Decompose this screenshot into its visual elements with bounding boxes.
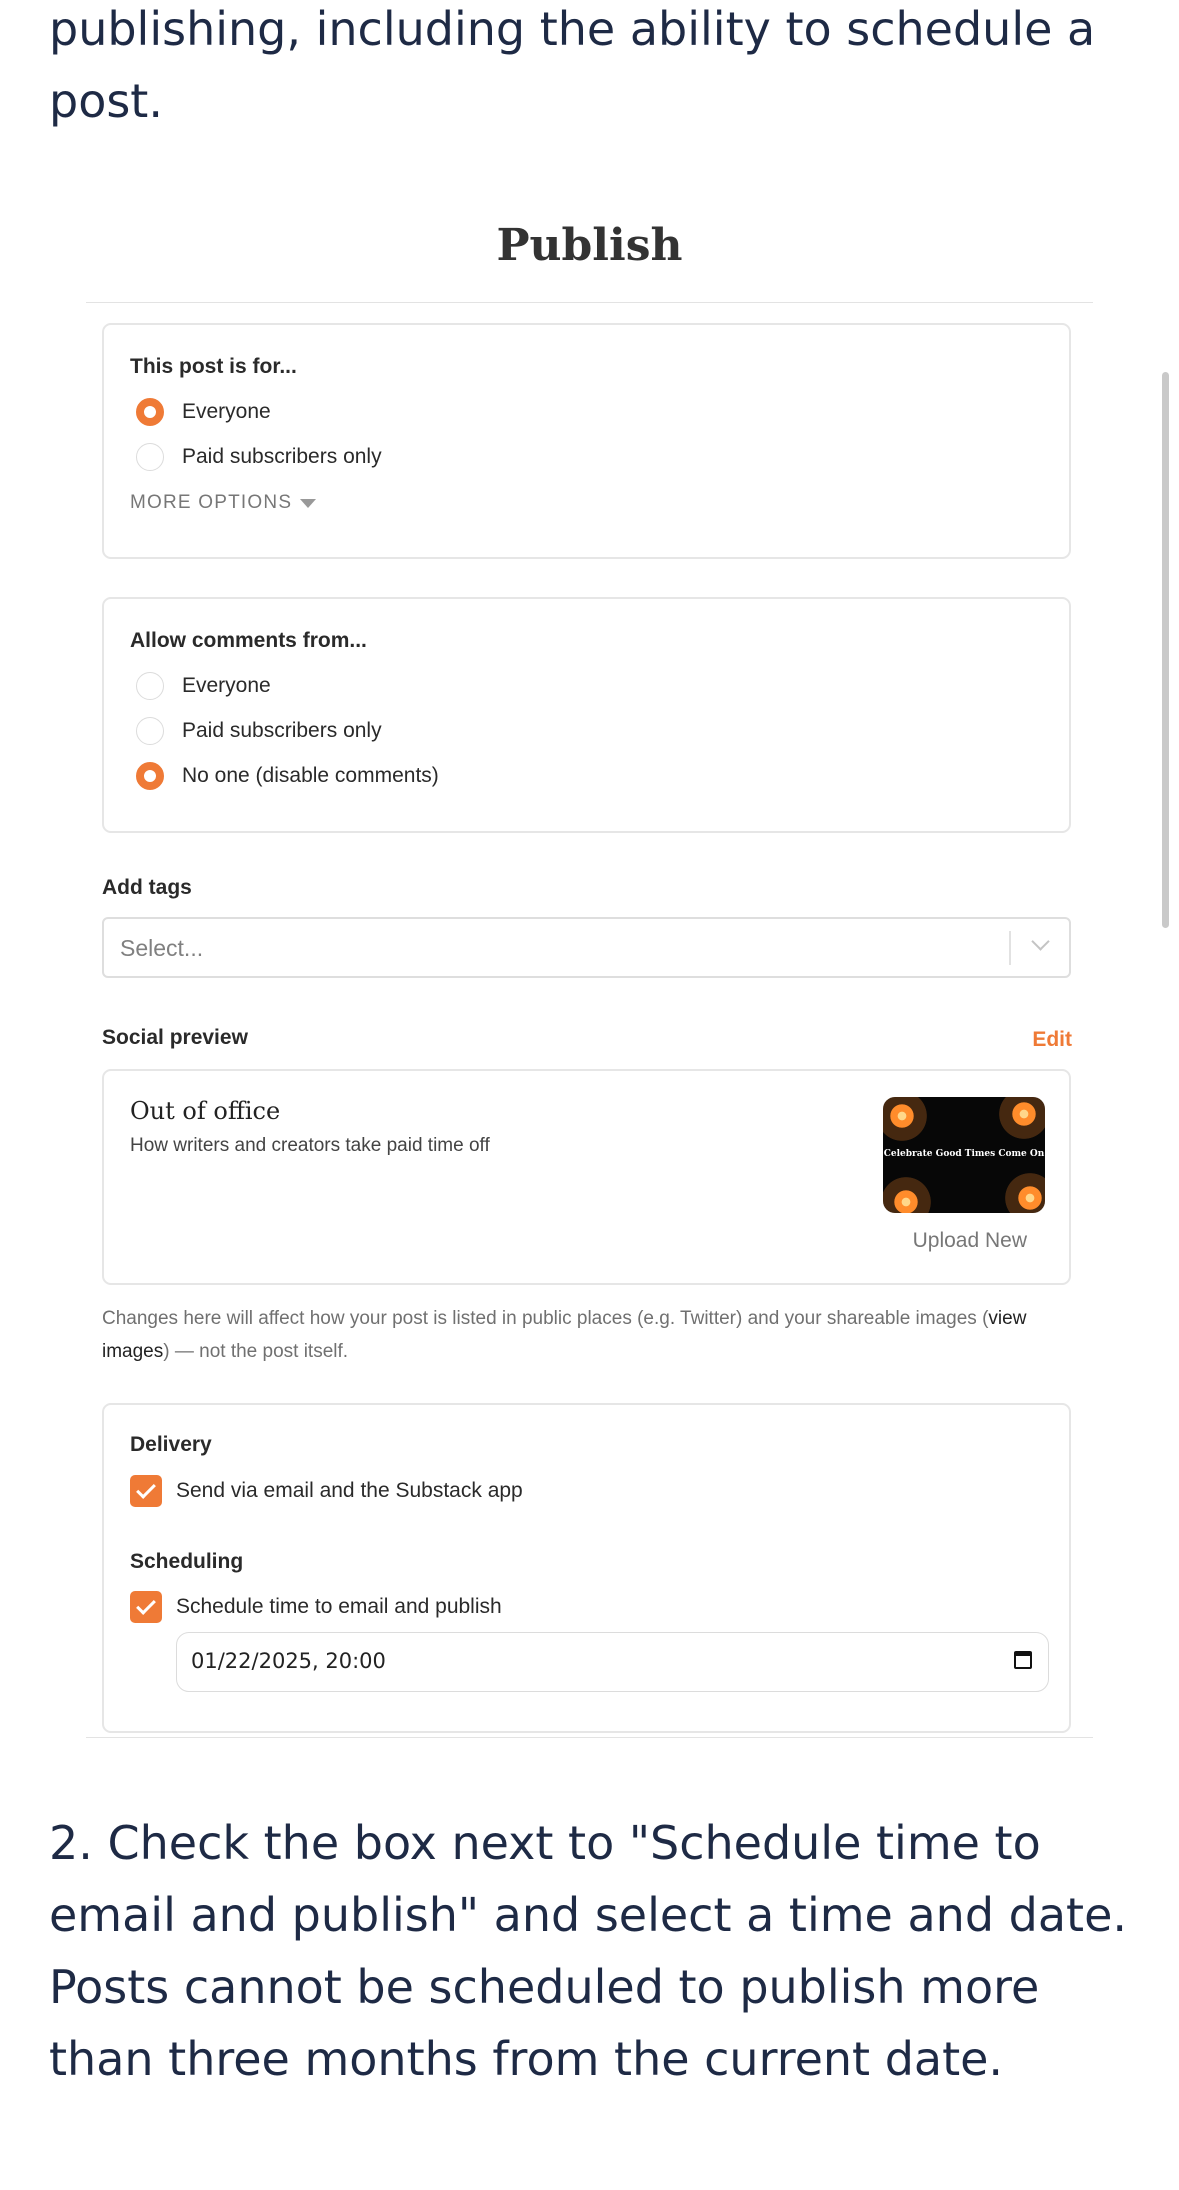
audience-title: This post is for...: [130, 355, 297, 378]
social-preview-label: Social preview: [102, 1026, 248, 1049]
audience-card: This post is for... Everyone Paid subscr…: [102, 323, 1071, 559]
add-tags-label: Add tags: [102, 876, 192, 899]
radio-unselected[interactable]: [136, 672, 164, 700]
checkbox-checked[interactable]: [130, 1591, 162, 1623]
radio-selected[interactable]: [136, 398, 164, 426]
radio-label: Paid subscribers only: [182, 445, 382, 468]
comments-title: Allow comments from...: [130, 629, 367, 652]
calendar-icon[interactable]: [1014, 1651, 1032, 1669]
schedule-option[interactable]: Schedule time to email and publish: [130, 1591, 502, 1623]
scheduling-title: Scheduling: [130, 1550, 244, 1573]
article-step-text: 2. Check the box next to "Schedule time …: [49, 1816, 1127, 2086]
radio-label: Paid subscribers only: [182, 719, 382, 742]
send-email-option[interactable]: Send via email and the Substack app: [130, 1475, 523, 1507]
social-post-subtitle: How writers and creators take paid time …: [130, 1135, 490, 1156]
divider: [86, 1737, 1093, 1738]
audience-option-everyone[interactable]: Everyone: [136, 395, 271, 429]
checkbox-checked[interactable]: [130, 1475, 162, 1507]
radio-unselected[interactable]: [136, 717, 164, 745]
article-intro-text: publishing, including the ability to sch…: [49, 2, 1096, 128]
datetime-value: 01/22/2025, 20:00: [191, 1649, 386, 1673]
upload-new-button[interactable]: Upload New: [913, 1229, 1027, 1253]
delivery-card: Delivery Send via email and the Substack…: [102, 1403, 1071, 1733]
comments-option-paid[interactable]: Paid subscribers only: [136, 714, 382, 748]
select-divider: [1009, 931, 1011, 965]
comments-option-no-one[interactable]: No one (disable comments): [136, 759, 439, 793]
comments-card: Allow comments from... Everyone Paid sub…: [102, 597, 1071, 833]
checkbox-label: Schedule time to email and publish: [176, 1595, 502, 1618]
divider: [86, 302, 1093, 303]
more-options-button[interactable]: MORE OPTIONS: [130, 492, 317, 514]
caret-down-icon: [300, 498, 317, 508]
tags-select[interactable]: Select...: [102, 917, 1071, 978]
schedule-datetime-input[interactable]: 01/22/2025, 20:00: [176, 1632, 1049, 1692]
chevron-down-icon[interactable]: [1031, 932, 1050, 951]
firework-graphic: [883, 1173, 935, 1213]
radio-unselected[interactable]: [136, 443, 164, 471]
radio-selected[interactable]: [136, 762, 164, 790]
social-preview-image: Celebrate Good Times Come On: [883, 1097, 1045, 1213]
delivery-title: Delivery: [130, 1433, 212, 1456]
firework-graphic: [1001, 1169, 1045, 1213]
social-image-caption: Celebrate Good Times Come On: [883, 1149, 1045, 1159]
publish-title: Publish: [496, 220, 683, 271]
radio-label: Everyone: [182, 674, 271, 697]
helper-text-start: Changes here will affect how your post i…: [102, 1308, 989, 1329]
tags-select-placeholder: Select...: [120, 935, 204, 961]
edit-social-preview-link[interactable]: Edit: [1032, 1028, 1072, 1052]
more-options-label: MORE OPTIONS: [130, 492, 293, 513]
firework-graphic: [995, 1097, 1045, 1143]
social-helper-text: Changes here will affect how your post i…: [102, 1302, 1082, 1368]
firework-graphic: [883, 1097, 931, 1145]
radio-label: Everyone: [182, 400, 271, 423]
helper-text-end: ) — not the post itself.: [163, 1341, 349, 1362]
social-post-title: Out of office: [130, 1097, 281, 1125]
comments-option-everyone[interactable]: Everyone: [136, 669, 271, 703]
social-preview-card: Out of office How writers and creators t…: [102, 1069, 1071, 1285]
audience-option-paid[interactable]: Paid subscribers only: [136, 440, 382, 474]
checkbox-label: Send via email and the Substack app: [176, 1479, 523, 1502]
radio-label: No one (disable comments): [182, 764, 439, 787]
page-scrollbar[interactable]: [1162, 372, 1169, 928]
